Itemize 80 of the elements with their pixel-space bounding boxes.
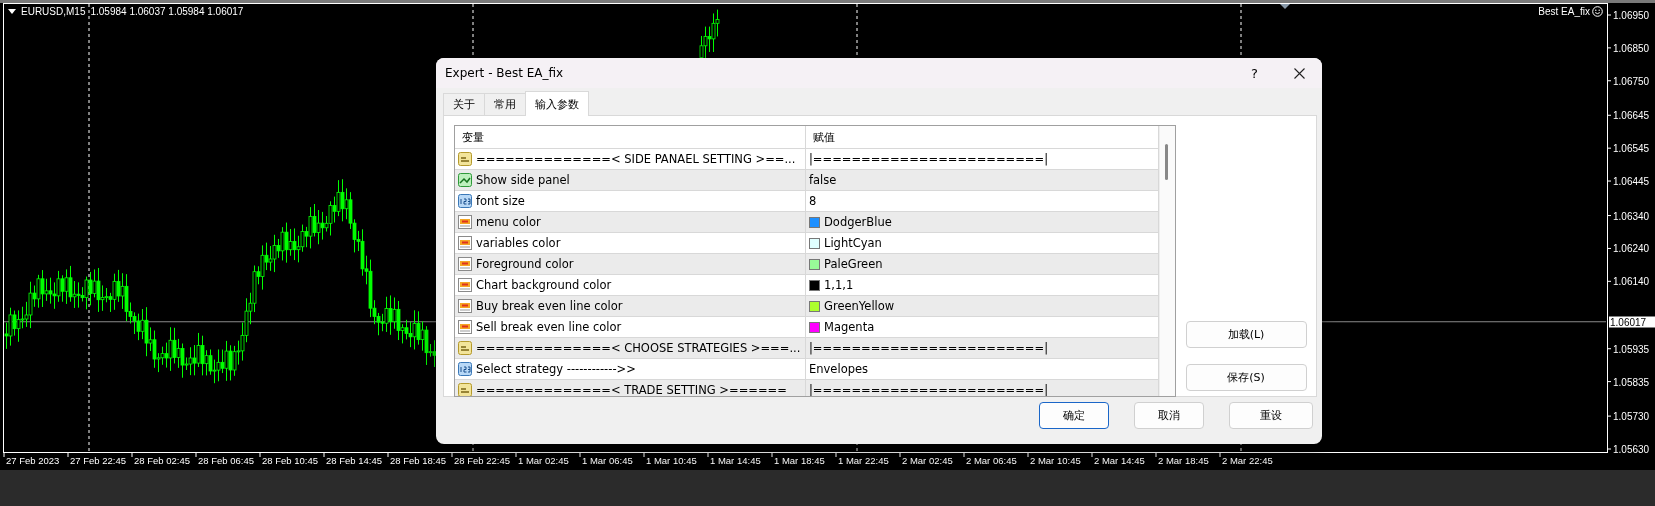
tab[interactable]: 关于 xyxy=(443,93,485,115)
parameter-name: menu color xyxy=(476,215,541,229)
number-type-icon xyxy=(458,194,472,208)
parameter-name: ==============< SIDE PANAEL SETTING >==... xyxy=(476,152,796,166)
parameter-value[interactable]: Magenta xyxy=(824,320,875,334)
price-label: 1.06340 xyxy=(1613,210,1650,222)
price-label: 1.06645 xyxy=(1613,109,1650,121)
parameter-value[interactable]: DodgerBlue xyxy=(824,215,892,229)
time-label: 2 Mar 22:45 xyxy=(1222,455,1273,466)
text-type-icon xyxy=(458,383,472,396)
parameter-name: Chart background color xyxy=(476,278,612,292)
time-label: 1 Mar 18:45 xyxy=(774,455,825,466)
dropdown-icon[interactable] xyxy=(8,9,16,14)
current-price-tag: 1.06017 xyxy=(1609,316,1655,328)
time-label: 28 Feb 06:45 xyxy=(198,455,254,466)
dialog-button[interactable]: 取消 xyxy=(1134,402,1204,429)
time-label: 27 Feb 2023 xyxy=(6,455,60,466)
smiley-icon xyxy=(1592,6,1603,17)
parameter-name: Foreground color xyxy=(476,257,574,271)
dialog-button[interactable]: 重设 xyxy=(1229,402,1313,429)
price-label: 1.05935 xyxy=(1613,343,1650,355)
parameter-name: ==============< TRADE SETTING >====== xyxy=(476,383,787,396)
parameter-value[interactable]: |========================| xyxy=(809,341,1048,355)
price-label: 1.06750 xyxy=(1613,75,1650,87)
price-label: 1.06950 xyxy=(1613,9,1650,21)
price-label: 1.05835 xyxy=(1613,376,1650,388)
price-label: 1.06140 xyxy=(1613,275,1650,287)
parameter-name: Show side panel xyxy=(476,173,570,187)
column-header[interactable]: 变量 xyxy=(455,126,806,148)
help-button[interactable]: ? xyxy=(1232,65,1277,81)
parameter-name: variables color xyxy=(476,236,561,250)
side-button[interactable]: 保存(S) xyxy=(1185,364,1307,391)
time-label: 1 Mar 06:45 xyxy=(582,455,633,466)
time-label: 2 Mar 14:45 xyxy=(1094,455,1145,466)
number-type-icon xyxy=(458,362,472,376)
time-label: 1 Mar 10:45 xyxy=(646,455,697,466)
parameter-name: font size xyxy=(476,194,525,208)
time-label: 2 Mar 02:45 xyxy=(902,455,953,466)
price-label: 1.06850 xyxy=(1613,42,1650,54)
time-label: 28 Feb 18:45 xyxy=(390,455,446,466)
time-label: 1 Mar 02:45 xyxy=(518,455,569,466)
price-label: 1.05730 xyxy=(1613,410,1650,422)
scrollbar[interactable] xyxy=(1159,126,1175,396)
expert-name: Best EA_fix xyxy=(1538,6,1590,17)
parameter-name: Sell break even line color xyxy=(476,320,622,334)
price-label: 1.05630 xyxy=(1613,443,1650,455)
time-label: 2 Mar 10:45 xyxy=(1030,455,1081,466)
parameter-value[interactable]: Envelopes xyxy=(809,362,869,376)
parameter-name: ==============< CHOOSE STRATEGIES >===... xyxy=(476,341,801,355)
time-label: 2 Mar 06:45 xyxy=(966,455,1017,466)
parameter-value[interactable]: 8 xyxy=(809,194,817,208)
side-button[interactable]: 加载(L) xyxy=(1185,321,1307,348)
tab[interactable]: 输入参数 xyxy=(525,91,589,116)
time-label: 1 Mar 14:45 xyxy=(710,455,761,466)
parameter-value[interactable]: false xyxy=(809,173,837,187)
parameter-value[interactable]: GreenYellow xyxy=(824,299,895,313)
price-label: 1.06445 xyxy=(1613,175,1650,187)
time-label: 28 Feb 14:45 xyxy=(326,455,382,466)
parameter-name: Select strategy ------------>> xyxy=(476,362,636,376)
price-label: 1.06240 xyxy=(1613,242,1650,254)
price-label: 1.06545 xyxy=(1613,142,1650,154)
parameter-value[interactable]: LightCyan xyxy=(824,236,882,250)
time-label: 28 Feb 10:45 xyxy=(262,455,318,466)
symbol-label: EURUSD,M15 xyxy=(21,6,86,17)
text-type-icon xyxy=(458,341,472,355)
text-type-icon xyxy=(458,152,472,166)
window-title: Expert - Best EA_fix xyxy=(445,66,565,80)
parameter-value[interactable]: PaleGreen xyxy=(824,257,883,271)
time-label: 28 Feb 02:45 xyxy=(134,455,190,466)
quote-values: 1.05984 1.06037 1.05984 1.06017 xyxy=(90,6,244,17)
time-label: 27 Feb 22:45 xyxy=(70,455,126,466)
parameter-value[interactable]: |========================| xyxy=(809,383,1048,396)
time-label: 1 Mar 22:45 xyxy=(838,455,889,466)
close-icon[interactable] xyxy=(1294,67,1305,79)
dialog-button[interactable]: 确定 xyxy=(1039,402,1109,429)
parameter-value[interactable]: 1,1,1 xyxy=(824,278,854,292)
parameter-value[interactable]: |========================| xyxy=(809,152,1048,166)
time-label: 2 Mar 18:45 xyxy=(1158,455,1209,466)
time-label: 28 Feb 22:45 xyxy=(454,455,510,466)
parameter-name: Buy break even line color xyxy=(476,299,623,313)
